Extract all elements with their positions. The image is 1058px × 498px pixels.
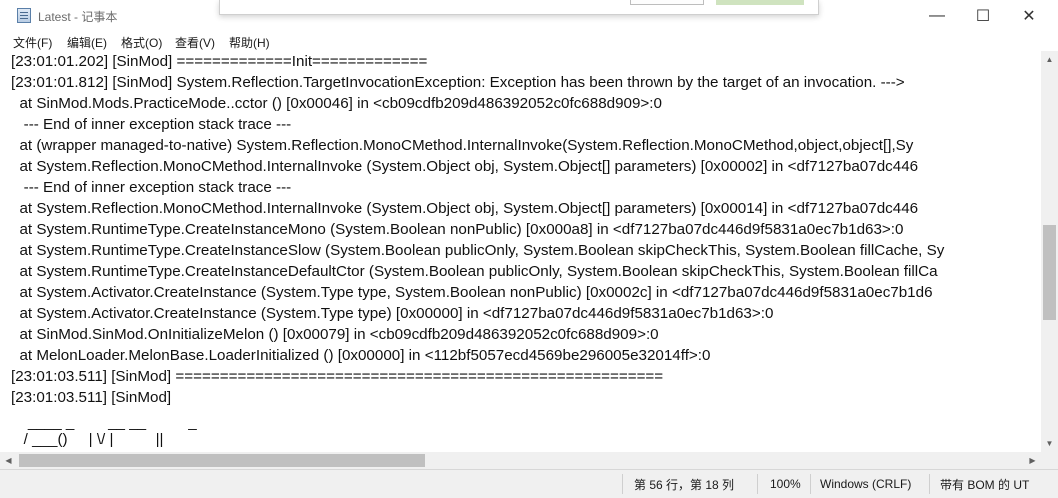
minimize-button[interactable]: — (914, 0, 960, 31)
scrollbar-corner (1041, 452, 1058, 469)
scroll-right-icon[interactable]: ▶ (1024, 452, 1041, 469)
editor-line: at System.Activator.CreateInstance (Syst… (11, 305, 774, 322)
overlay-dialog (219, 0, 819, 15)
editor-line: --- End of inner exception stack trace -… (11, 179, 292, 196)
status-cursor-position: 第 56 行，第 18 列 (634, 477, 735, 492)
status-bar: 第 56 行，第 18 列 100% Windows (CRLF) 带有 BOM… (0, 469, 1058, 498)
close-icon: ✕ (1022, 7, 1036, 25)
close-button[interactable]: ✕ (1006, 0, 1052, 31)
menu-file[interactable]: 文件(F) (13, 34, 52, 51)
text-editor[interactable]: [23:01:01.202] [SinMod] =============Ini… (0, 51, 1041, 452)
editor-line: / ___() | \/ | || (11, 431, 164, 448)
title-bar: Latest - 记事本 — ☐ ✕ (0, 0, 1058, 31)
editor-line: at System.Reflection.MonoCMethod.Interna… (11, 200, 919, 217)
status-separator (810, 474, 811, 494)
editor-line: at System.Activator.CreateInstance (Syst… (11, 284, 933, 301)
editor-line: [23:01:03.511] [SinMod] ================… (11, 368, 664, 385)
notepad-icon (17, 8, 31, 23)
status-zoom: 100% (770, 477, 801, 491)
editor-line: at System.RuntimeType.CreateInstanceDefa… (11, 263, 938, 280)
status-encoding: 带有 BOM 的 UT (940, 477, 1030, 492)
vertical-scrollbar[interactable]: ▲ ▼ (1041, 51, 1058, 452)
scroll-down-icon[interactable]: ▼ (1041, 435, 1058, 452)
editor-line: [23:01:03.511] [SinMod] (11, 389, 172, 406)
editor-line: --- End of inner exception stack trace -… (11, 116, 292, 133)
scroll-left-icon[interactable]: ◀ (0, 452, 17, 469)
status-separator (929, 474, 930, 494)
window-title: Latest - 记事本 (38, 10, 118, 24)
editor-line: at (wrapper managed-to-native) System.Re… (11, 137, 914, 154)
editor-line: at SinMod.SinMod.OnInitializeMelon () [0… (11, 326, 659, 343)
minimize-icon: — (929, 6, 945, 24)
editor-line: at System.Reflection.MonoCMethod.Interna… (11, 158, 919, 175)
maximize-icon: ☐ (975, 7, 991, 25)
status-separator (622, 474, 623, 494)
menu-format[interactable]: 格式(O) (121, 34, 162, 51)
status-line-ending: Windows (CRLF) (820, 477, 912, 491)
maximize-button[interactable]: ☐ (960, 0, 1006, 31)
horizontal-scroll-thumb[interactable] (19, 454, 425, 467)
editor-line: at MelonLoader.MelonBase.LoaderInitializ… (11, 347, 711, 364)
editor-line: at System.RuntimeType.CreateInstanceSlow… (11, 242, 945, 259)
editor-line: at SinMod.Mods.PracticeMode..cctor () [0… (11, 95, 662, 112)
vertical-scroll-thumb[interactable] (1043, 225, 1056, 320)
menu-view[interactable]: 查看(V) (175, 34, 215, 51)
menu-edit[interactable]: 编辑(E) (67, 34, 107, 51)
horizontal-scrollbar[interactable]: ◀ ▶ (0, 452, 1041, 469)
menu-bar: 文件(F) 编辑(E) 格式(O) 查看(V) 帮助(H) (0, 31, 1058, 51)
scroll-up-icon[interactable]: ▲ (1041, 51, 1058, 68)
overlay-dialog-button[interactable] (630, 0, 704, 5)
editor-line: [23:01:01.812] [SinMod] System.Reflectio… (11, 74, 905, 91)
editor-line: [23:01:01.202] [SinMod] =============Ini… (11, 53, 428, 70)
editor-line: at System.RuntimeType.CreateInstanceMono… (11, 221, 904, 238)
overlay-dialog-primary-button[interactable] (716, 0, 804, 5)
status-separator (757, 474, 758, 494)
menu-help[interactable]: 帮助(H) (229, 34, 270, 51)
